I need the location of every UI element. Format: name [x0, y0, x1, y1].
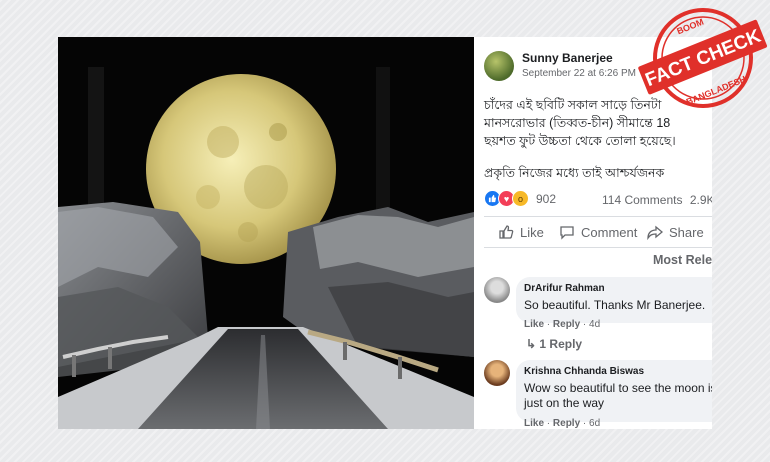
comments-count[interactable]: 114 Comments — [602, 193, 682, 207]
reaction-count: 902 — [536, 191, 557, 206]
share-icon — [647, 225, 663, 240]
comment-like-link[interactable]: Like — [524, 319, 544, 330]
post-timestamp[interactable]: September 22 at 6:26 PM — [522, 68, 636, 79]
like-button[interactable]: Like — [498, 224, 544, 240]
comment-meta: Like · Reply · 4d — [524, 319, 601, 330]
comment-bubble: Krishna Chhanda Biswas Wow so beautiful … — [516, 360, 712, 422]
share-label: Share — [669, 224, 704, 240]
reaction-summary[interactable]: ♥ o 902 — [484, 190, 556, 207]
reply-arrow-icon: ↳ — [526, 337, 537, 351]
comment-sort-dropdown[interactable]: Most Relev — [653, 253, 712, 267]
post-text-line: মানসরোভার (তিব্বত-চীন) সীমান্তে 18 — [484, 116, 671, 130]
facebook-post-card: Sunny Banerjee September 22 at 6:26 PM চ… — [58, 37, 712, 429]
comment-reply-link[interactable]: Reply — [553, 418, 580, 429]
view-replies-link[interactable]: ↳ 1 Reply — [526, 337, 582, 351]
comments-shares-count[interactable]: 114 Comments 2.9K — [602, 193, 712, 207]
share-button[interactable]: Share — [647, 224, 704, 240]
commenter-name[interactable]: Krishna Chhanda Biswas — [524, 366, 712, 377]
divider — [484, 247, 712, 248]
comment-age[interactable]: 6d — [589, 418, 600, 429]
comment-like-link[interactable]: Like — [524, 418, 544, 429]
comment-meta: Like · Reply · 6d — [524, 418, 601, 429]
comment-text: So beautiful. Thanks Mr Banerjee. — [524, 298, 706, 312]
divider — [484, 216, 712, 217]
post-text-line: প্রকৃতি নিজের মধ্যে তাই আশ্চর্যজনক — [484, 166, 665, 180]
shares-count[interactable]: 2.9K — [690, 193, 712, 207]
post-photo-full-moon-road[interactable] — [58, 37, 474, 429]
like-label: Like — [520, 224, 544, 240]
commenter-name[interactable]: DrArifur Rahman — [524, 283, 712, 294]
commenter-avatar[interactable] — [484, 277, 510, 303]
comment-icon — [560, 226, 574, 240]
replies-count: 1 Reply — [539, 337, 583, 351]
comment-text: Wow so beautiful to see the moon is just… — [524, 381, 712, 410]
comment-reply-link[interactable]: Reply — [553, 319, 580, 330]
boom-fact-check-stamp: BOOM FACT CHECK BANGLADESH — [637, 0, 770, 115]
post-text-line: ছয়শত ফুট উচ্চতা থেকে তোলা হয়েছে। — [484, 134, 676, 148]
commenter-avatar[interactable] — [484, 360, 510, 386]
comment-button[interactable]: Comment — [559, 224, 637, 240]
wow-icon: o — [512, 190, 529, 207]
comment-label: Comment — [581, 224, 638, 240]
author-avatar[interactable] — [484, 51, 514, 81]
comment-age[interactable]: 4d — [589, 319, 600, 330]
comment-bubble: DrArifur Rahman So beautiful. Thanks Mr … — [516, 277, 712, 323]
thumbs-up-icon — [499, 225, 514, 239]
author-name[interactable]: Sunny Banerjee — [522, 51, 613, 65]
